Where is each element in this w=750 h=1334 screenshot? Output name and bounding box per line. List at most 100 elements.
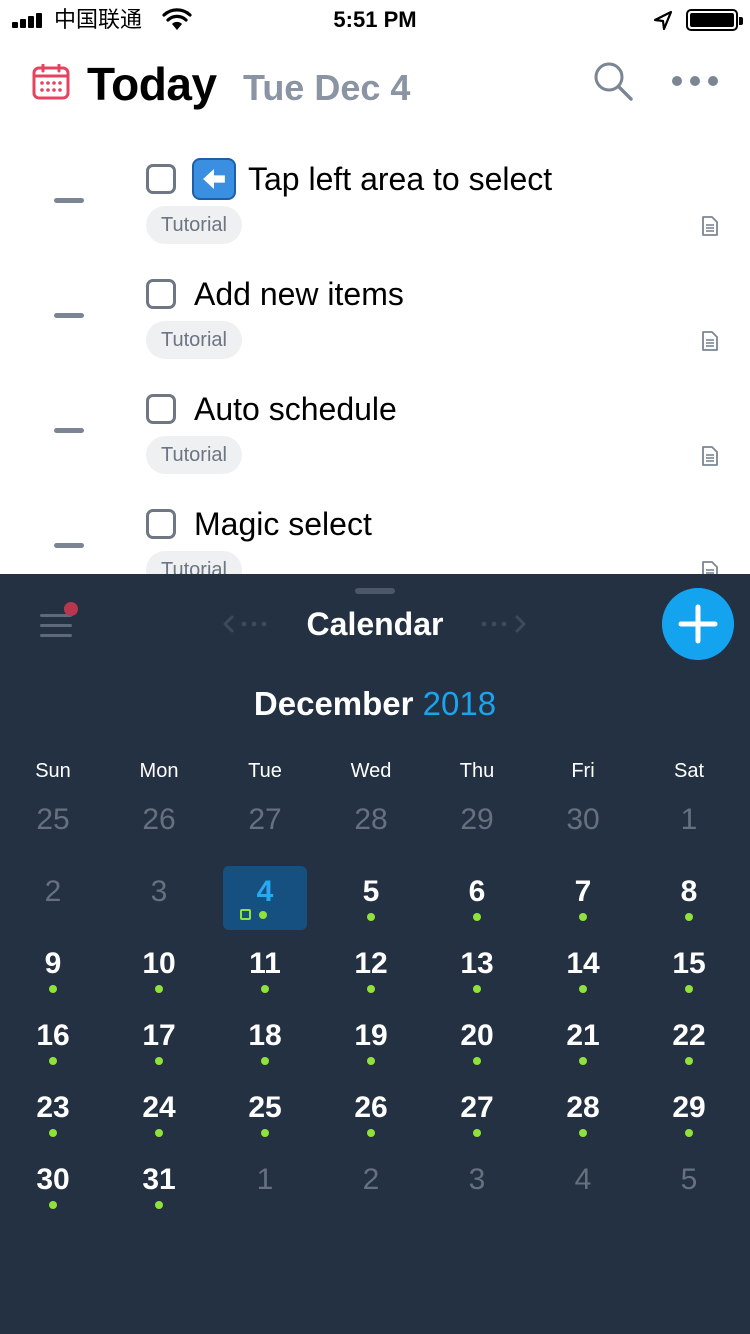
day-number: 28 bbox=[354, 803, 388, 836]
task-checkbox[interactable] bbox=[146, 509, 176, 539]
calendar-day[interactable]: 9 bbox=[0, 938, 106, 1004]
calendar-day[interactable]: 11 bbox=[212, 938, 318, 1004]
task-tag[interactable]: Tutorial bbox=[146, 206, 242, 244]
calendar-day[interactable]: 16 bbox=[0, 1010, 106, 1076]
calendar-day[interactable]: 27 bbox=[212, 794, 318, 860]
calendar-day[interactable]: 7 bbox=[530, 866, 636, 932]
calendar-day[interactable]: 6 bbox=[424, 866, 530, 932]
task-checkbox[interactable] bbox=[146, 164, 176, 194]
day-number: 31 bbox=[142, 1163, 176, 1196]
calendar-day[interactable]: 25 bbox=[212, 1082, 318, 1148]
calendar-day[interactable]: 3 bbox=[106, 866, 212, 932]
event-dot bbox=[155, 1129, 163, 1137]
calendar-day[interactable]: 22 bbox=[636, 1010, 742, 1076]
left-arrow-icon bbox=[192, 158, 236, 200]
task-row[interactable]: Magic select Tutorial bbox=[0, 485, 750, 574]
calendar-day[interactable]: 1 bbox=[636, 794, 742, 860]
calendar-day[interactable]: 28 bbox=[318, 794, 424, 860]
task-checkbox[interactable] bbox=[146, 279, 176, 309]
calendar-day[interactable]: 10 bbox=[106, 938, 212, 1004]
status-bar: 中国联通 5:51 PM bbox=[0, 0, 750, 40]
calendar-day[interactable]: 3 bbox=[424, 1154, 530, 1220]
calendar-day[interactable]: 29 bbox=[424, 794, 530, 860]
task-row[interactable]: Tap left area to select Tutorial bbox=[0, 140, 750, 255]
task-tag[interactable]: Tutorial bbox=[146, 321, 242, 359]
calendar-day[interactable]: 17 bbox=[106, 1010, 212, 1076]
calendar-day[interactable]: 20 bbox=[424, 1010, 530, 1076]
calendar-day[interactable]: 15 bbox=[636, 938, 742, 1004]
location-icon bbox=[653, 10, 673, 31]
page-date: Tue Dec 4 bbox=[243, 67, 411, 108]
calendar-day[interactable]: 5 bbox=[318, 866, 424, 932]
calendar-day[interactable]: 27 bbox=[424, 1082, 530, 1148]
calendar-day[interactable]: 18 bbox=[212, 1010, 318, 1076]
note-icon[interactable] bbox=[701, 561, 718, 574]
calendar-day[interactable]: 29 bbox=[636, 1082, 742, 1148]
battery-icon bbox=[686, 9, 743, 31]
calendar-day[interactable]: 13 bbox=[424, 938, 530, 1004]
event-dot bbox=[367, 985, 375, 993]
note-icon[interactable] bbox=[701, 446, 718, 466]
day-number: 16 bbox=[36, 1019, 70, 1052]
event-dot bbox=[473, 985, 481, 993]
event-dot bbox=[579, 913, 587, 921]
calendar-day[interactable]: 12 bbox=[318, 938, 424, 1004]
day-number: 2 bbox=[44, 875, 62, 908]
event-dot bbox=[49, 985, 57, 993]
calendar-day[interactable]: 2 bbox=[0, 866, 106, 932]
calendar-day[interactable]: 23 bbox=[0, 1082, 106, 1148]
panel-grabber[interactable] bbox=[355, 588, 395, 594]
search-icon[interactable] bbox=[592, 60, 634, 102]
calendar-day[interactable]: 5 bbox=[636, 1154, 742, 1220]
calendar-day[interactable]: 1 bbox=[212, 1154, 318, 1220]
day-number: 26 bbox=[142, 803, 176, 836]
calendar-day[interactable]: 24 bbox=[106, 1082, 212, 1148]
calendar-day-today[interactable]: 4 bbox=[212, 866, 318, 932]
calendar-day[interactable]: 26 bbox=[106, 794, 212, 860]
event-dot bbox=[473, 1057, 481, 1065]
drag-handle-icon[interactable] bbox=[54, 428, 84, 433]
weekday-label: Fri bbox=[571, 760, 595, 782]
weekday-label: Tue bbox=[248, 760, 282, 782]
drag-handle-icon[interactable] bbox=[54, 313, 84, 318]
calendar-day[interactable]: 28 bbox=[530, 1082, 636, 1148]
note-icon[interactable] bbox=[701, 331, 718, 351]
note-icon[interactable] bbox=[701, 216, 718, 236]
task-list: Tap left area to select Tutorial Add new… bbox=[0, 140, 750, 574]
day-number: 3 bbox=[468, 1163, 486, 1196]
drag-handle-icon[interactable] bbox=[54, 198, 84, 203]
calendar-day[interactable]: 26 bbox=[318, 1082, 424, 1148]
drag-handle-icon[interactable] bbox=[54, 543, 84, 548]
calendar-day[interactable]: 25 bbox=[0, 794, 106, 860]
next-view-icon[interactable] bbox=[480, 614, 530, 634]
task-tag[interactable]: Tutorial bbox=[146, 436, 242, 474]
day-number: 25 bbox=[36, 803, 70, 836]
calendar-day[interactable]: 19 bbox=[318, 1010, 424, 1076]
calendar-day[interactable]: 4 bbox=[530, 1154, 636, 1220]
weekday-label: Thu bbox=[459, 760, 495, 782]
calendar-day[interactable]: 21 bbox=[530, 1010, 636, 1076]
task-tag[interactable]: Tutorial bbox=[146, 551, 242, 574]
event-dot bbox=[367, 1129, 375, 1137]
day-number: 4 bbox=[574, 1163, 592, 1196]
add-button[interactable] bbox=[662, 588, 734, 660]
task-row[interactable]: Add new items Tutorial bbox=[0, 255, 750, 370]
calendar-day[interactable]: 8 bbox=[636, 866, 742, 932]
day-number: 3 bbox=[150, 875, 168, 908]
task-row[interactable]: Auto schedule Tutorial bbox=[0, 370, 750, 485]
calendar-day[interactable]: 30 bbox=[530, 794, 636, 860]
day-number: 10 bbox=[142, 947, 176, 980]
calendar-day[interactable]: 31 bbox=[106, 1154, 212, 1220]
calendar-day[interactable]: 14 bbox=[530, 938, 636, 1004]
task-checkbox[interactable] bbox=[146, 394, 176, 424]
calendar-day[interactable]: 2 bbox=[318, 1154, 424, 1220]
day-number: 29 bbox=[672, 1091, 706, 1124]
more-options-icon[interactable] bbox=[670, 74, 720, 88]
weekday-label: Sun bbox=[35, 760, 71, 782]
day-number: 13 bbox=[460, 947, 494, 980]
calendar-day[interactable]: 30 bbox=[0, 1154, 106, 1220]
event-dot bbox=[259, 911, 267, 919]
weekday-row: Sun Mon Tue Wed Thu Fri Sat bbox=[0, 758, 750, 784]
event-dot bbox=[685, 985, 693, 993]
day-number: 26 bbox=[354, 1091, 388, 1124]
